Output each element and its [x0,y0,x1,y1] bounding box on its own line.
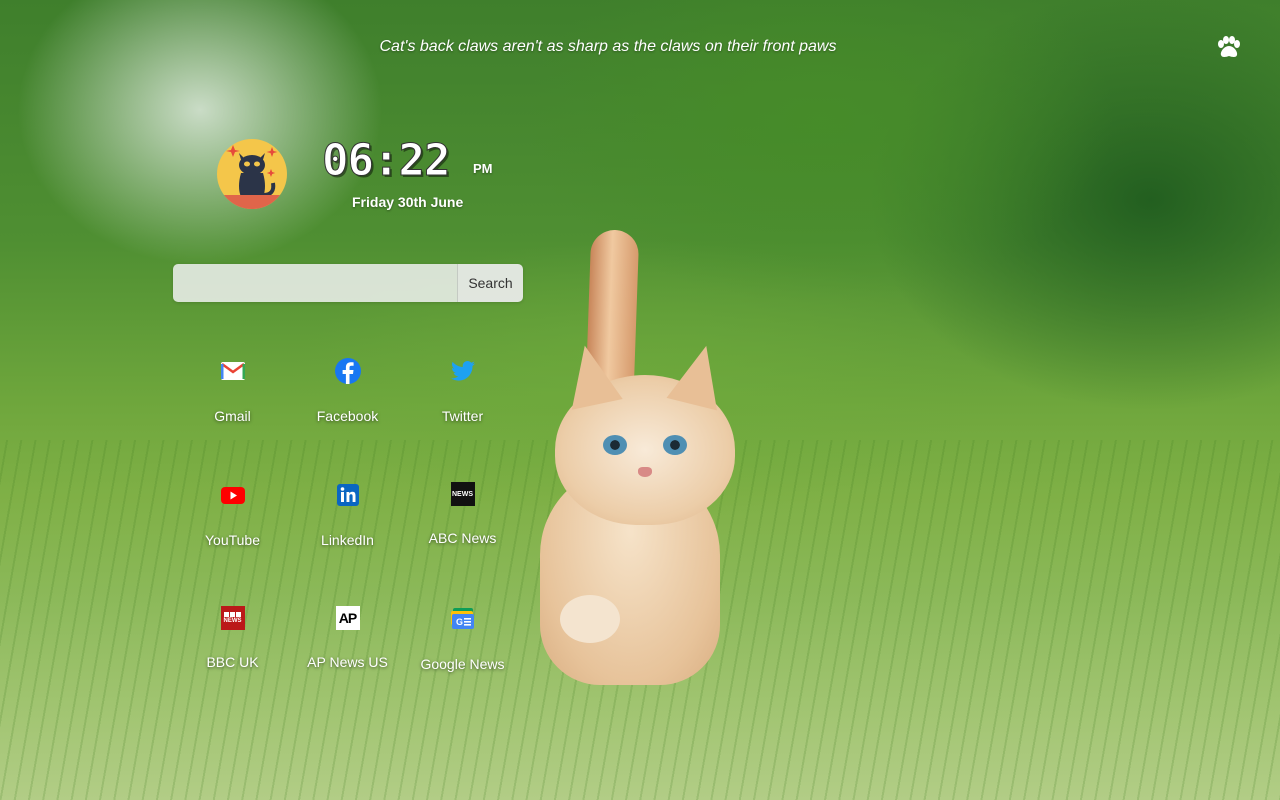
linkedin-icon [335,482,361,508]
paw-icon[interactable] [1215,36,1241,60]
shortcut-label: Google News [420,656,505,672]
bbc-news-icon: NEWS [220,606,245,630]
bbc-blocks [224,611,241,617]
abc-news-icon-text: NEWS [452,490,473,498]
shortcut-abc-news[interactable]: NEWS ABC News [405,470,520,594]
ap-news-icon: AP [335,606,360,630]
kitten-head [555,339,735,525]
kitten-nose [638,467,652,477]
shortcut-google-news[interactable]: G Google News [405,594,520,718]
shortcut-ap-news[interactable]: AP AP News US [290,594,405,718]
shortcut-youtube[interactable]: YouTube [175,470,290,594]
bbc-news-icon-text: NEWS [223,617,242,624]
kitten-paw [560,595,620,643]
facebook-icon [334,358,361,384]
kitten-eye-left [603,435,627,455]
ap-news-icon-text: AP [338,610,357,626]
gmail-icon [220,358,246,384]
kitten-eye-right [663,435,687,455]
shortcut-label: ABC News [428,530,497,546]
clock-ampm: PM [473,161,493,176]
shortcut-bbc-uk[interactable]: NEWS BBC UK [175,594,290,718]
avatar-base [217,195,287,209]
search-input[interactable] [173,264,457,302]
search-bar: Search [173,264,523,302]
shortcut-label: YouTube [204,532,260,548]
shortcut-linkedin[interactable]: LinkedIn [290,470,405,594]
shortcut-label: Facebook [316,408,379,424]
shortcut-grid: Gmail Facebook Twitter YouTube LinkedIn … [175,346,520,718]
abc-news-icon: NEWS [450,482,475,506]
clock-time: 06:22 [321,135,450,186]
shortcut-gmail[interactable]: Gmail [175,346,290,470]
cat-fact: Cat's back claws aren't as sharp as the … [379,38,837,55]
shortcut-label: Gmail [214,408,251,424]
google-news-icon: G [450,606,476,632]
twitter-icon [450,358,476,384]
kitten-ear-right [666,339,732,411]
youtube-icon [220,482,246,508]
shortcut-label: AP News US [307,654,388,670]
svg-text:G: G [456,617,463,627]
shortcut-label: BBC UK [206,654,259,670]
shortcut-label: LinkedIn [321,532,374,548]
clock: 06:22 [321,135,450,188]
shortcut-facebook[interactable]: Facebook [290,346,405,470]
shortcut-twitter[interactable]: Twitter [405,346,520,470]
black-cat-icon[interactable] [217,139,287,209]
shortcut-label: Twitter [441,408,484,424]
search-button[interactable]: Search [457,264,523,302]
clock-date: Friday 30th June [352,194,464,210]
kitten-photo [520,225,760,695]
